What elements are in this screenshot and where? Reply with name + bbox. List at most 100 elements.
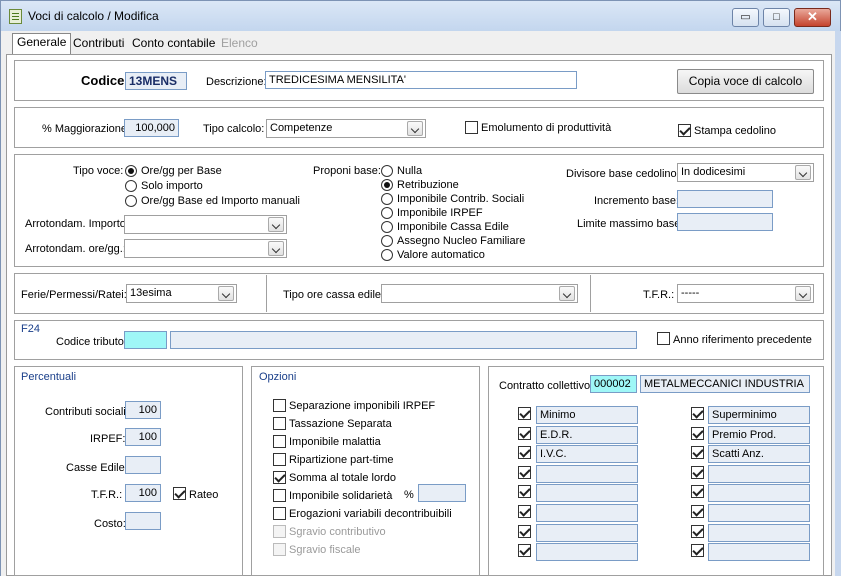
- perc-tfr-label: T.F.R.:: [91, 489, 123, 501]
- contributi-sociali-field[interactable]: 100: [125, 401, 161, 419]
- minimize-button[interactable]: ▭: [732, 8, 759, 27]
- opzione-checkbox[interactable]: [273, 435, 286, 448]
- tab-generale[interactable]: Generale: [12, 33, 72, 54]
- chevron-down-icon[interactable]: [218, 286, 234, 301]
- tipo-calcolo-select[interactable]: Competenze: [266, 119, 426, 138]
- contratto-left-field[interactable]: [536, 543, 638, 562]
- divisore-select[interactable]: In dodicesimi: [677, 163, 814, 182]
- proponi-base-radio[interactable]: [381, 235, 393, 247]
- contratto-left-field[interactable]: [536, 504, 638, 522]
- proponi-base-radio[interactable]: [381, 165, 393, 177]
- chevron-down-icon[interactable]: [407, 121, 423, 136]
- contratto-right-checkbox[interactable]: [691, 544, 704, 558]
- proponi-base-label: Proponi base:: [313, 165, 381, 177]
- contratto-right-checkbox[interactable]: [691, 465, 704, 479]
- limite-field[interactable]: [677, 213, 773, 231]
- opzione-checkbox[interactable]: [273, 543, 286, 556]
- costo-field[interactable]: [125, 512, 161, 530]
- ore-cassa-label: Tipo ore cassa edile:: [283, 289, 385, 301]
- contratto-left-field[interactable]: [536, 464, 638, 483]
- anno-precedente-checkbox[interactable]: [657, 332, 670, 345]
- codice-tributo-label: Codice tributo:: [56, 336, 127, 348]
- tab-conto-contabile[interactable]: Conto contabile: [128, 35, 219, 53]
- contratto-right-field[interactable]: Premio Prod.: [708, 425, 810, 444]
- arr-importo-select[interactable]: [124, 215, 287, 234]
- emolumento-checkbox[interactable]: [465, 121, 478, 134]
- perc-tfr-field[interactable]: 100: [125, 484, 161, 502]
- contratto-left-field[interactable]: E.D.R.: [536, 425, 638, 444]
- contratto-left-checkbox[interactable]: [518, 407, 531, 420]
- contratto-left-field[interactable]: Minimo: [536, 406, 638, 424]
- tipo-voce-radio[interactable]: [125, 195, 137, 207]
- contratto-right-checkbox[interactable]: [691, 426, 704, 440]
- solidarieta-percent-field[interactable]: [418, 484, 466, 502]
- contratto-right-field[interactable]: Scatti Anz.: [708, 445, 810, 464]
- chevron-down-icon[interactable]: [795, 165, 811, 180]
- ferie-select[interactable]: 13esima: [126, 284, 237, 303]
- maximize-button[interactable]: □: [763, 8, 790, 27]
- opzione-checkbox[interactable]: [273, 489, 286, 502]
- proponi-base-radio[interactable]: [381, 193, 393, 205]
- casse-edile-field[interactable]: [125, 456, 161, 474]
- contratto-left-checkbox[interactable]: [518, 426, 531, 440]
- tab-contributi[interactable]: Contributi: [69, 35, 128, 53]
- contratto-left-checkbox[interactable]: [518, 485, 531, 499]
- proponi-base-radio[interactable]: [381, 179, 393, 191]
- ferie-value: 13esima: [130, 287, 172, 299]
- contratto-left-checkbox[interactable]: [518, 465, 531, 479]
- contratto-right-field[interactable]: [708, 504, 810, 522]
- close-button[interactable]: ✕: [794, 8, 831, 27]
- opzione-checkbox[interactable]: [273, 417, 286, 430]
- arr-ore-select[interactable]: [124, 239, 287, 258]
- contratto-right-checkbox[interactable]: [691, 407, 704, 420]
- contratto-right-field[interactable]: [708, 543, 810, 562]
- proponi-base-radio[interactable]: [381, 249, 393, 261]
- ore-cassa-select[interactable]: [381, 284, 578, 303]
- contratto-right-checkbox[interactable]: [691, 485, 704, 499]
- proponi-base-radio[interactable]: [381, 207, 393, 219]
- tipo-voce-radio[interactable]: [125, 165, 137, 177]
- contratto-right-checkbox[interactable]: [691, 505, 704, 518]
- chevron-down-icon[interactable]: [559, 286, 575, 301]
- tfr-select[interactable]: -----: [677, 284, 814, 303]
- contratto-left-field[interactable]: [536, 523, 638, 542]
- stampa-cedolino-checkbox[interactable]: [678, 124, 691, 137]
- maggiorazione-field[interactable]: 100,000: [124, 119, 179, 137]
- tipo-voce-label: Tipo voce:: [73, 165, 124, 177]
- contratto-right-checkbox[interactable]: [691, 524, 704, 538]
- descrizione-field[interactable]: TREDICESIMA MENSILITA': [265, 71, 577, 89]
- contratto-left-checkbox[interactable]: [518, 524, 531, 538]
- tipo-voce-radio[interactable]: [125, 180, 137, 192]
- contratto-left-field[interactable]: I.V.C.: [536, 445, 638, 464]
- codice-tributo-field[interactable]: [124, 331, 167, 349]
- copia-voce-button[interactable]: Copia voce di calcolo: [677, 69, 814, 94]
- contratto-code-field[interactable]: 000002: [590, 375, 637, 393]
- opzione-label: Sgravio contributivo: [289, 526, 386, 538]
- irpef-field[interactable]: 100: [125, 428, 161, 446]
- contratto-left-field[interactable]: [536, 484, 638, 503]
- codice-field[interactable]: 13MENS: [125, 72, 187, 90]
- incremento-field[interactable]: [677, 190, 773, 208]
- opzione-checkbox[interactable]: [273, 507, 286, 520]
- contratto-left-checkbox[interactable]: [518, 544, 531, 558]
- irpef-label: IRPEF:: [90, 433, 126, 445]
- contratto-right-field[interactable]: Superminimo: [708, 406, 810, 424]
- rateo-checkbox[interactable]: [173, 487, 186, 500]
- contratto-left-checkbox[interactable]: [518, 505, 531, 518]
- tab-elenco[interactable]: Elenco: [217, 35, 262, 53]
- contratto-right-checkbox[interactable]: [691, 446, 704, 460]
- contratto-right-field[interactable]: [708, 523, 810, 542]
- contratto-left-checkbox[interactable]: [518, 446, 531, 460]
- chevron-down-icon[interactable]: [268, 241, 284, 256]
- rateo-label: Rateo: [189, 489, 219, 501]
- proponi-base-radio[interactable]: [381, 221, 393, 233]
- contratto-right-field[interactable]: [708, 464, 810, 483]
- opzione-checkbox[interactable]: [273, 399, 286, 412]
- chevron-down-icon[interactable]: [795, 286, 811, 301]
- opzione-checkbox[interactable]: [273, 525, 286, 538]
- contratto-right-field[interactable]: [708, 484, 810, 503]
- opzione-checkbox[interactable]: [273, 471, 286, 484]
- opzione-checkbox[interactable]: [273, 453, 286, 466]
- divider: [590, 275, 591, 312]
- chevron-down-icon[interactable]: [268, 217, 284, 232]
